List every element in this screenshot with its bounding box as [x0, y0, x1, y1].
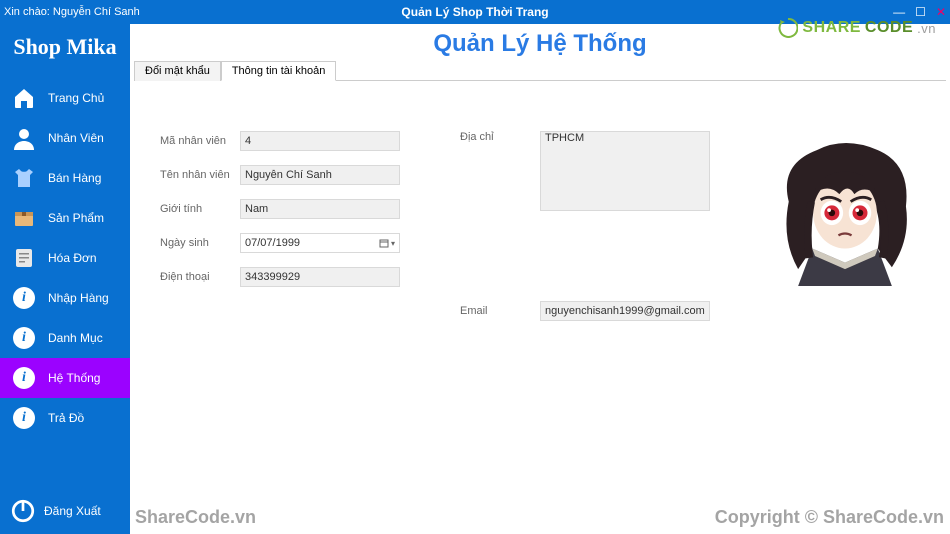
form-right: Địa chỉ Email — [460, 131, 710, 321]
tab-bar: Đổi mật khẩu Thông tin tài khoản — [134, 60, 946, 81]
tab-change-password[interactable]: Đổi mật khẩu — [134, 61, 221, 81]
tab-content: Mã nhân viên Tên nhân viên Giới tính Ngà… — [130, 81, 950, 341]
box-icon — [12, 206, 36, 230]
nav-label: Trả Đồ — [48, 411, 84, 425]
avatar-image — [770, 131, 920, 291]
info-icon: i — [12, 326, 36, 350]
nav-label: Trang Chủ — [48, 91, 104, 105]
nav-label: Hệ Thống — [48, 371, 100, 385]
label-dob: Ngày sinh — [160, 237, 240, 249]
nav-list: Trang Chủ Nhân Viên Bán Hàng Sản Phẩm Hó… — [0, 78, 130, 438]
form-left: Mã nhân viên Tên nhân viên Giới tính Ngà… — [160, 131, 400, 321]
input-address — [540, 131, 710, 211]
user-icon — [12, 126, 36, 150]
main-area: Quản Lý Hệ Thống Đổi mật khẩu Thông tin … — [130, 24, 950, 534]
nav-return[interactable]: i Trả Đồ — [0, 398, 130, 438]
input-dob[interactable]: 07/07/1999▾ — [240, 233, 400, 253]
nav-import[interactable]: i Nhập Hàng — [0, 278, 130, 318]
input-gender — [240, 199, 400, 219]
window-controls: — ☐ ✕ — [893, 5, 946, 19]
sidebar: Shop Mika Trang Chủ Nhân Viên Bán Hàng S… — [0, 24, 130, 534]
label-address: Địa chỉ — [460, 131, 540, 143]
logout-button[interactable]: Đăng Xuất — [0, 488, 130, 534]
info-icon: i — [12, 286, 36, 310]
logout-label: Đăng Xuất — [44, 504, 101, 518]
input-id — [240, 131, 400, 151]
nav-label: Nhân Viên — [48, 131, 104, 145]
nav-label: Nhập Hàng — [48, 291, 109, 305]
home-icon — [12, 86, 36, 110]
greeting-text: Xin chào: Nguyễn Chí Sanh — [4, 6, 140, 18]
recycle-icon — [778, 18, 798, 38]
label-phone: Điện thoại — [160, 271, 240, 283]
invoice-icon — [12, 246, 36, 270]
watermark-logo: SHARECODE.vn — [778, 18, 936, 38]
minimize-button[interactable]: — — [893, 5, 905, 19]
nav-staff[interactable]: Nhân Viên — [0, 118, 130, 158]
label-id: Mã nhân viên — [160, 135, 240, 147]
calendar-icon: ▾ — [379, 238, 395, 248]
nav-label: Danh Mục — [48, 331, 103, 345]
nav-invoice[interactable]: Hóa Đơn — [0, 238, 130, 278]
nav-product[interactable]: Sản Phẩm — [0, 198, 130, 238]
brand-logo: Shop Mika — [0, 24, 130, 78]
power-icon — [10, 498, 36, 524]
nav-home[interactable]: Trang Chủ — [0, 78, 130, 118]
window-title: Quản Lý Shop Thời Trang — [401, 5, 548, 19]
nav-label: Sản Phẩm — [48, 211, 104, 225]
label-gender: Giới tính — [160, 203, 240, 215]
input-email — [540, 301, 710, 321]
shirt-icon — [12, 166, 36, 190]
nav-system[interactable]: i Hệ Thống — [0, 358, 130, 398]
label-name: Tên nhân viên — [160, 169, 240, 181]
nav-category[interactable]: i Danh Mục — [0, 318, 130, 358]
maximize-button[interactable]: ☐ — [915, 5, 926, 19]
nav-label: Bán Hàng — [48, 171, 101, 185]
close-button[interactable]: ✕ — [936, 5, 946, 19]
nav-sales[interactable]: Bán Hàng — [0, 158, 130, 198]
tab-account-info[interactable]: Thông tin tài khoản — [221, 61, 337, 81]
info-icon: i — [12, 406, 36, 430]
nav-label: Hóa Đơn — [48, 251, 97, 265]
info-icon: i — [12, 366, 36, 390]
input-name — [240, 165, 400, 185]
label-email: Email — [460, 305, 540, 317]
input-phone — [240, 267, 400, 287]
